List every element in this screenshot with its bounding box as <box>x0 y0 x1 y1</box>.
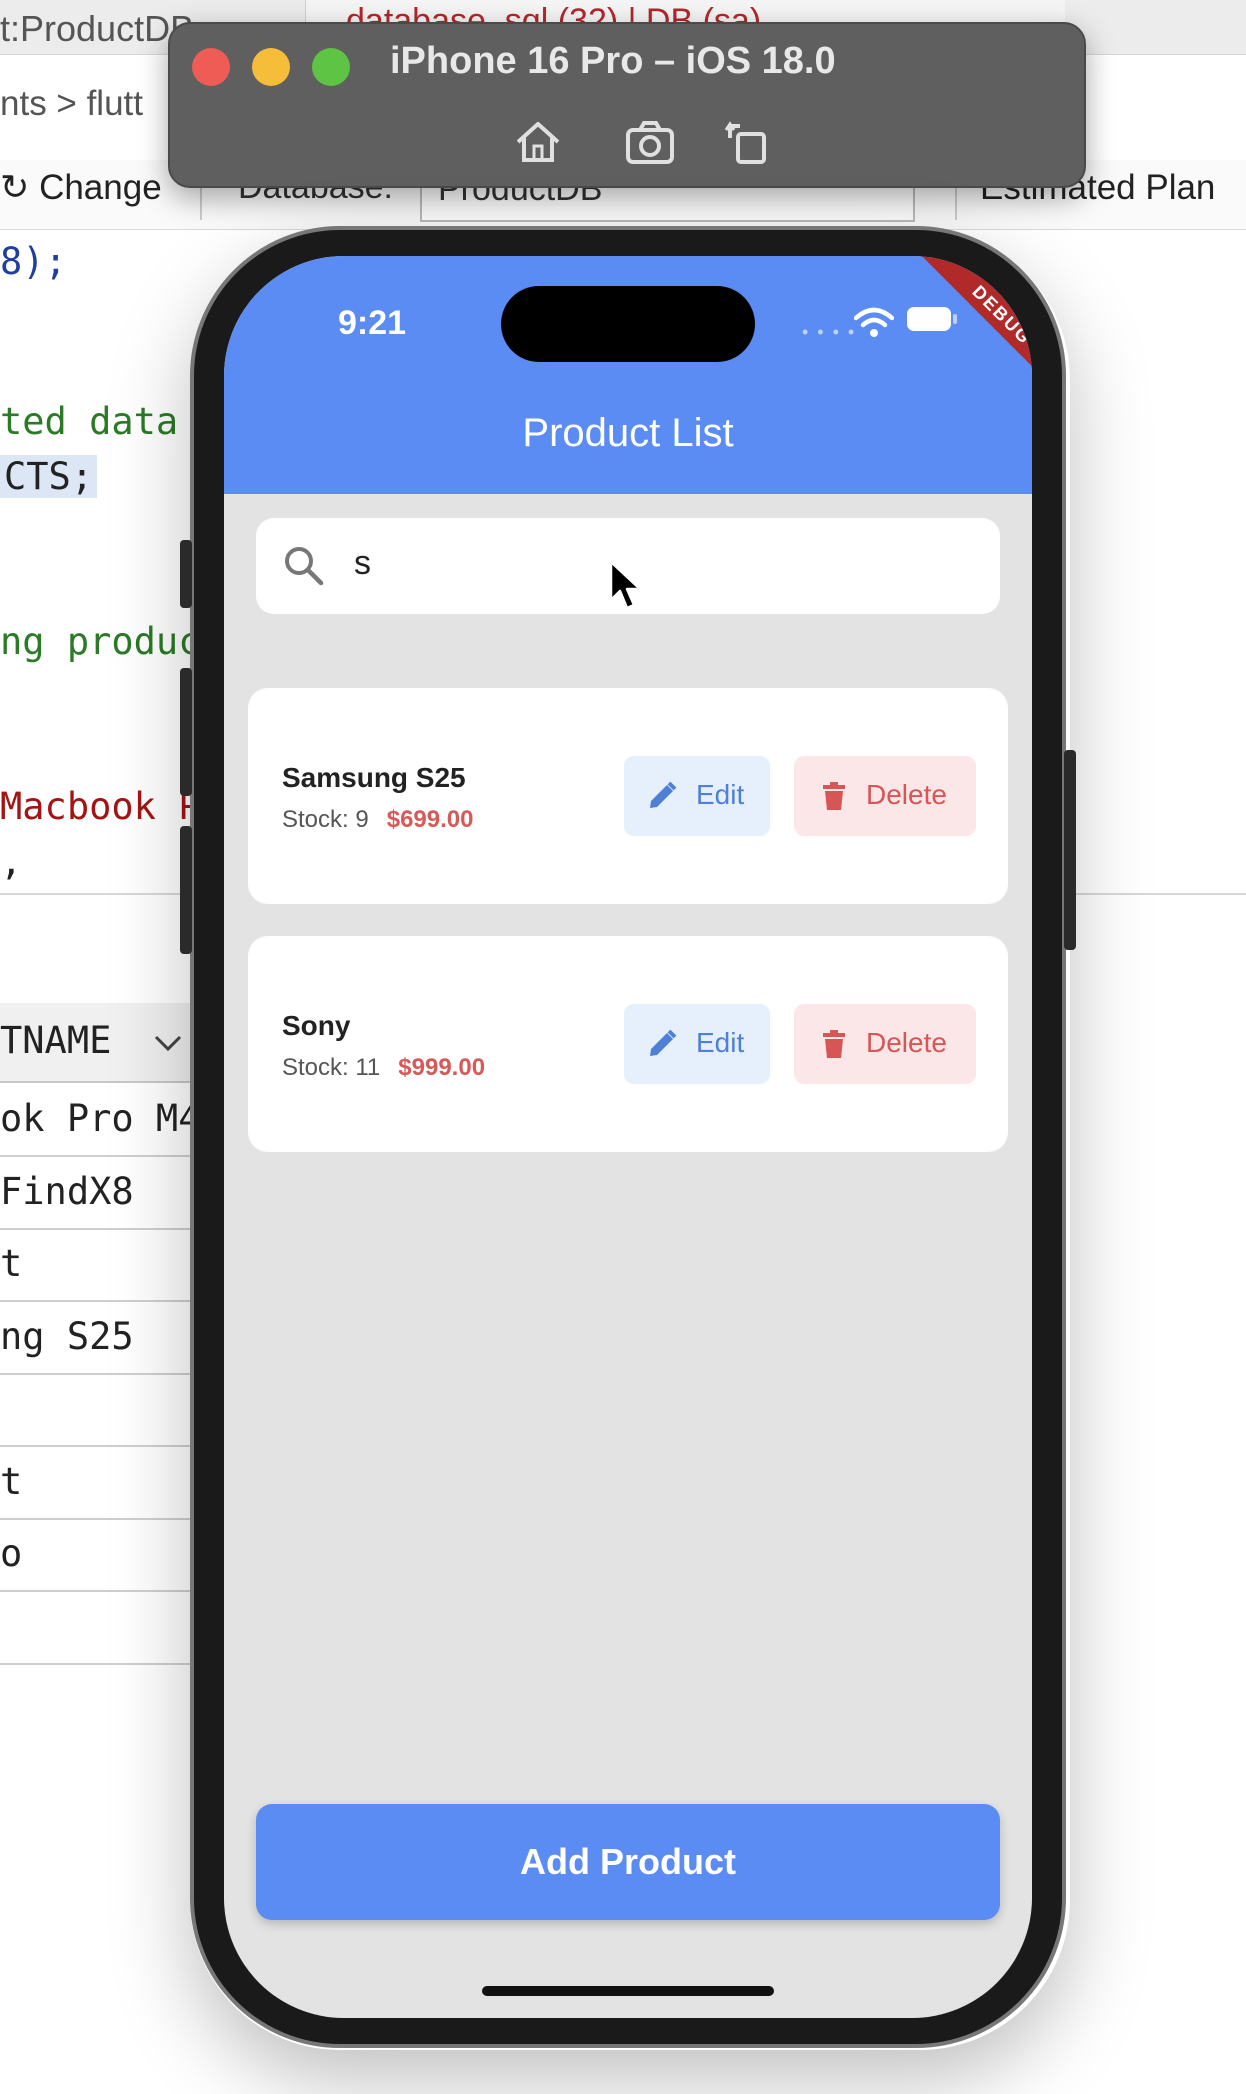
edit-button[interactable]: Edit <box>624 756 770 836</box>
code-line-text: ng produc <box>0 620 201 663</box>
code-line-text: ted data <box>0 400 179 443</box>
search-input-value[interactable]: s <box>354 544 371 583</box>
table-row[interactable]: o <box>0 1520 190 1592</box>
delete-button[interactable]: Delete <box>794 1004 976 1084</box>
product-price: $999.00 <box>398 1054 486 1081</box>
wifi-icon <box>854 307 894 337</box>
product-name: Samsung S25 <box>282 762 466 793</box>
refresh-icon: ↻ <box>0 168 40 207</box>
pencil-icon <box>650 1029 677 1056</box>
product-name: Sony <box>282 1010 351 1041</box>
page-title: Product List <box>522 411 734 455</box>
delete-button-label: Delete <box>866 1027 947 1058</box>
product-stock: Stock: 11 $999.00 <box>282 1054 485 1082</box>
grid-column-header[interactable]: TNAME <box>0 1003 190 1083</box>
trash-icon <box>823 782 845 810</box>
edit-button[interactable]: Edit <box>624 1004 770 1084</box>
signal-icon: • • • • <box>802 322 857 342</box>
screenshot-icon[interactable] <box>622 114 678 170</box>
delete-button[interactable]: Delete <box>794 756 976 836</box>
code-line-text: 8); <box>0 240 67 283</box>
product-stock-label: Stock: 9 <box>282 806 369 833</box>
ide-tab-title[interactable]: t:ProductDB <box>0 8 194 50</box>
pencil-icon <box>650 781 677 808</box>
trash-icon <box>823 1030 845 1058</box>
code-line[interactable]: Macbook P <box>0 785 200 828</box>
table-row[interactable]: t <box>0 1448 190 1520</box>
rotate-icon[interactable] <box>720 114 776 170</box>
grid-column-header-label: TNAME <box>0 1019 112 1062</box>
change-connection-button[interactable]: ↻ Change <box>0 168 162 208</box>
code-line-text: Macbook P <box>0 785 201 828</box>
breadcrumb[interactable]: nts > flutt <box>0 84 143 124</box>
chevron-down-icon[interactable] <box>150 1025 186 1061</box>
add-product-button[interactable]: Add Product <box>256 1804 1000 1920</box>
code-line[interactable]: 8); <box>0 240 67 283</box>
phone-screen: 9:21 • • • • DEBUG Product List s Samsun… <box>224 256 1032 2018</box>
edit-button-label: Edit <box>696 779 745 810</box>
phone-volume-down-button <box>180 826 192 954</box>
code-line[interactable]: CTS; <box>0 455 98 498</box>
phone-action-button <box>180 540 192 608</box>
phone-volume-up-button <box>180 668 192 796</box>
code-line-text: CTS; <box>0 455 98 498</box>
window-minimize-button[interactable] <box>252 48 290 86</box>
table-row[interactable]: ng S25 <box>0 1303 190 1375</box>
table-row[interactable] <box>0 1593 190 1665</box>
product-card: Sony Stock: 11 $999.00 Edit Delete <box>248 936 1008 1152</box>
code-line[interactable]: ng produc <box>0 620 200 663</box>
battery-icon <box>907 307 957 331</box>
status-time: 9:21 <box>338 304 407 342</box>
code-line[interactable]: ted data <box>0 400 178 443</box>
table-row[interactable]: t <box>0 1230 190 1302</box>
app-bar: 9:21 • • • • DEBUG Product List <box>224 256 1032 494</box>
table-row[interactable]: ok Pro M4 <box>0 1085 190 1157</box>
phone-power-button <box>1064 750 1076 950</box>
dynamic-island <box>501 286 755 362</box>
simulator-title: iPhone 16 Pro – iOS 18.0 <box>390 40 836 82</box>
simulator-titlebar[interactable]: iPhone 16 Pro – iOS 18.0 <box>168 22 1086 188</box>
search-icon <box>285 547 324 586</box>
mouse-cursor-icon <box>609 560 642 610</box>
edit-button-label: Edit <box>696 1027 745 1058</box>
code-line[interactable]: , <box>0 840 22 883</box>
home-icon[interactable] <box>510 114 566 170</box>
window-zoom-button[interactable] <box>312 48 350 86</box>
code-line-text: , <box>0 840 23 883</box>
product-stock: Stock: 9 $699.00 <box>282 806 473 834</box>
table-row[interactable]: FindX8 <box>0 1158 190 1230</box>
product-card: Samsung S25 Stock: 9 $699.00 Edit Delete <box>248 688 1008 904</box>
product-stock-label: Stock: 11 <box>282 1054 381 1081</box>
home-indicator[interactable] <box>482 1986 774 1996</box>
change-label: Change <box>39 168 162 207</box>
delete-button-label: Delete <box>866 779 947 810</box>
window-close-button[interactable] <box>192 48 230 86</box>
table-row[interactable] <box>0 1375 190 1447</box>
product-price: $699.00 <box>386 806 474 833</box>
